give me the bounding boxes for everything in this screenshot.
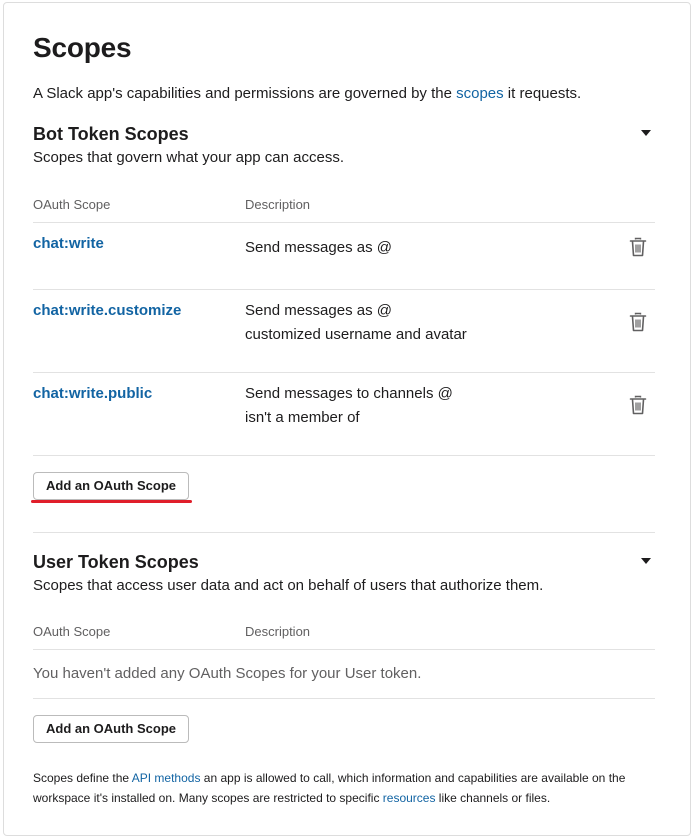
column-header-description: Description xyxy=(245,197,311,212)
user-scopes-subtitle: Scopes that access user data and act on … xyxy=(33,577,544,594)
scope-name[interactable]: chat:write xyxy=(33,235,104,252)
caret-down-icon[interactable] xyxy=(641,558,651,564)
divider xyxy=(33,698,655,699)
intro-text: A Slack app's capabilities and permissio… xyxy=(33,85,581,102)
scope-description-line: Send messages to channels @ xyxy=(245,385,453,402)
trash-icon[interactable] xyxy=(629,237,647,257)
scope-description-line: customized username and avatar xyxy=(245,326,467,343)
bot-scopes-title: Bot Token Scopes xyxy=(33,124,189,144)
resources-link[interactable]: resources xyxy=(383,791,436,805)
empty-state-text: You haven't added any OAuth Scopes for y… xyxy=(33,665,422,682)
scope-description: Send messages as @ customized username a… xyxy=(245,299,467,347)
divider xyxy=(33,455,655,456)
section-divider xyxy=(33,532,655,533)
scope-description-line: Send messages as @ xyxy=(245,302,392,319)
scopes-link[interactable]: scopes xyxy=(456,85,504,102)
divider xyxy=(33,372,655,373)
footer-text: like channels or files. xyxy=(435,791,551,805)
user-scopes-title: User Token Scopes xyxy=(33,552,199,572)
caret-down-icon[interactable] xyxy=(641,130,651,136)
scope-description: Send messages as @ xyxy=(245,236,392,260)
scope-name[interactable]: chat:write.public xyxy=(33,385,152,402)
scope-description-line: Send messages as @ xyxy=(245,239,392,256)
add-user-scope-button[interactable]: Add an OAuth Scope xyxy=(33,715,189,743)
scope-name[interactable]: chat:write.customize xyxy=(33,302,181,319)
intro-text-start: A Slack app's capabilities and permissio… xyxy=(33,85,457,102)
footer-text: Scopes define the xyxy=(33,771,132,785)
column-header-description: Description xyxy=(245,624,311,639)
footer-note: Scopes define the API methods an app is … xyxy=(33,768,658,808)
scope-description: Send messages to channels @ isn't a memb… xyxy=(245,382,453,430)
column-header-scope: OAuth Scope xyxy=(33,197,111,212)
trash-icon[interactable] xyxy=(629,312,647,332)
scope-description-line: isn't a member of xyxy=(245,409,360,426)
bot-scopes-subtitle: Scopes that govern what your app can acc… xyxy=(33,149,345,166)
divider xyxy=(33,222,655,223)
column-header-scope: OAuth Scope xyxy=(33,624,111,639)
add-bot-scope-button[interactable]: Add an OAuth Scope xyxy=(33,472,189,500)
page-title: Scopes xyxy=(33,32,132,63)
intro-text-end: it requests. xyxy=(503,85,582,102)
divider xyxy=(33,289,655,290)
divider xyxy=(33,649,655,650)
trash-icon[interactable] xyxy=(629,395,647,415)
api-methods-link[interactable]: API methods xyxy=(132,771,201,785)
highlight-underline xyxy=(31,500,192,503)
